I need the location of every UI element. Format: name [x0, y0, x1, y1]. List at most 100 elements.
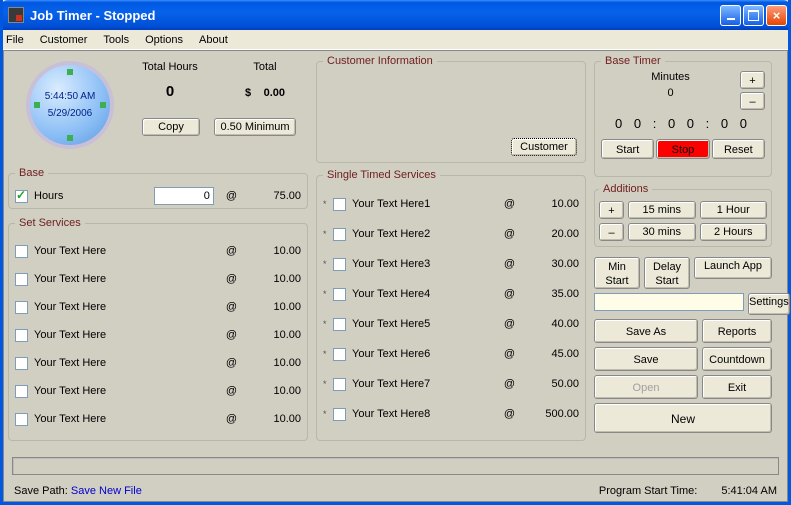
set-service-checkbox[interactable]: [15, 273, 28, 286]
delay-start-button[interactable]: Delay Start: [644, 257, 690, 289]
add-15mins-button[interactable]: 15 mins: [628, 201, 696, 219]
single-timed-at: @: [504, 408, 515, 420]
single-timed-label: Your Text Here4: [352, 288, 430, 300]
minutes-minus-button[interactable]: –: [740, 92, 765, 110]
save-as-button[interactable]: Save As: [594, 319, 698, 343]
set-service-label: Your Text Here: [34, 385, 106, 397]
set-service-checkbox[interactable]: [15, 385, 28, 398]
single-timed-row: *Your Text Here1@10.00: [323, 189, 579, 219]
single-timed-amount: 30.00: [535, 258, 579, 270]
copy-button[interactable]: Copy: [142, 118, 200, 136]
status-bar: [12, 457, 779, 475]
set-service-amount: 10.00: [257, 385, 301, 397]
single-timed-at: @: [504, 288, 515, 300]
additions-title: Additions: [599, 183, 652, 195]
reset-button[interactable]: Reset: [712, 139, 765, 159]
minutes-value: 0: [601, 87, 740, 99]
asterisk-icon: *: [323, 259, 333, 269]
settings-button[interactable]: Settings: [748, 293, 790, 315]
asterisk-icon: *: [323, 349, 333, 359]
set-service-checkbox[interactable]: [15, 301, 28, 314]
launch-app-button[interactable]: Launch App: [694, 257, 772, 279]
hours-checkbox[interactable]: [15, 190, 28, 203]
single-timed-at: @: [504, 318, 515, 330]
customer-button[interactable]: Customer: [511, 138, 577, 156]
set-service-checkbox[interactable]: [15, 329, 28, 342]
single-timed-row: *Your Text Here6@45.00: [323, 339, 579, 369]
save-new-file-link[interactable]: Save New File: [71, 485, 142, 497]
single-timed-checkbox[interactable]: [333, 348, 346, 361]
base-group: Base Hours @ 75.00: [8, 167, 308, 209]
open-button[interactable]: Open: [594, 375, 698, 399]
base-timer-group: Base Timer Minutes 0 + – 0 0 : 0 0 : 0 0…: [594, 55, 772, 177]
set-service-label: Your Text Here: [34, 273, 106, 285]
total-hours-value: 0: [134, 83, 206, 100]
set-service-amount: 10.00: [257, 357, 301, 369]
single-timed-amount: 40.00: [535, 318, 579, 330]
minimum-button[interactable]: 0.50 Minimum: [214, 118, 296, 136]
minutes-plus-button[interactable]: +: [740, 71, 765, 89]
set-service-row: Your Text Here@10.00: [15, 237, 301, 265]
add-2hours-button[interactable]: 2 Hours: [700, 223, 768, 241]
asterisk-icon: *: [323, 319, 333, 329]
set-services-group: Set Services Your Text Here@10.00Your Te…: [8, 217, 308, 441]
single-timed-checkbox[interactable]: [333, 318, 346, 331]
min-start-button[interactable]: Min Start: [594, 257, 640, 289]
single-timed-amount: 45.00: [535, 348, 579, 360]
single-timed-at: @: [504, 258, 515, 270]
countdown-button[interactable]: Countdown: [702, 347, 772, 371]
set-service-amount: 10.00: [257, 245, 301, 257]
base-timer-title: Base Timer: [601, 55, 665, 67]
currency-symbol: $: [245, 87, 251, 99]
set-service-amount: 10.00: [257, 329, 301, 341]
set-service-label: Your Text Here: [34, 301, 106, 313]
exit-button[interactable]: Exit: [702, 375, 772, 399]
total-hours-label: Total Hours: [134, 61, 206, 73]
timer-display: 0 0 : 0 0 : 0 0: [601, 116, 765, 131]
path-input[interactable]: [594, 293, 744, 311]
new-button[interactable]: New: [594, 403, 772, 433]
add-30mins-button[interactable]: 30 mins: [628, 223, 696, 241]
asterisk-icon: *: [323, 229, 333, 239]
set-service-checkbox[interactable]: [15, 357, 28, 370]
save-path-label: Save Path:: [14, 485, 68, 497]
set-service-label: Your Text Here: [34, 357, 106, 369]
single-timed-checkbox[interactable]: [333, 378, 346, 391]
single-timed-checkbox[interactable]: [333, 228, 346, 241]
set-service-row: Your Text Here@10.00: [15, 293, 301, 321]
add-1hour-button[interactable]: 1 Hour: [700, 201, 768, 219]
asterisk-icon: *: [323, 379, 333, 389]
hours-input[interactable]: [154, 187, 214, 205]
single-timed-checkbox[interactable]: [333, 258, 346, 271]
single-timed-label: Your Text Here6: [352, 348, 430, 360]
single-timed-row: *Your Text Here8@500.00: [323, 399, 579, 429]
save-button[interactable]: Save: [594, 347, 698, 371]
single-timed-checkbox[interactable]: [333, 288, 346, 301]
add-plus-button[interactable]: +: [599, 201, 624, 219]
single-timed-amount: 500.00: [535, 408, 579, 420]
stop-button[interactable]: Stop: [656, 139, 709, 159]
minutes-label: Minutes: [601, 71, 740, 83]
single-timed-checkbox[interactable]: [333, 198, 346, 211]
program-start-time: 5:41:04 AM: [721, 485, 777, 497]
reports-button[interactable]: Reports: [702, 319, 772, 343]
add-minus-button[interactable]: –: [599, 223, 624, 241]
set-service-at: @: [226, 385, 237, 397]
start-button[interactable]: Start: [601, 139, 654, 159]
hours-label: Hours: [34, 190, 63, 202]
single-timed-title: Single Timed Services: [323, 169, 440, 181]
single-timed-checkbox[interactable]: [333, 408, 346, 421]
program-start-label: Program Start Time:: [599, 485, 697, 497]
customer-info-group: Customer Information Customer: [316, 55, 586, 163]
single-timed-label: Your Text Here3: [352, 258, 430, 270]
set-service-checkbox[interactable]: [15, 245, 28, 258]
set-service-row: Your Text Here@10.00: [15, 321, 301, 349]
set-service-checkbox[interactable]: [15, 413, 28, 426]
single-timed-amount: 50.00: [535, 378, 579, 390]
set-service-at: @: [226, 357, 237, 369]
single-timed-row: *Your Text Here5@40.00: [323, 309, 579, 339]
single-timed-row: * Your Text Here3 @30.00: [323, 249, 579, 279]
clock-widget: 5:44:50 AM 5/29/2006: [26, 61, 114, 149]
single-timed-row: *Your Text Here7@50.00: [323, 369, 579, 399]
single-timed-label: Your Text Here1: [352, 198, 430, 210]
